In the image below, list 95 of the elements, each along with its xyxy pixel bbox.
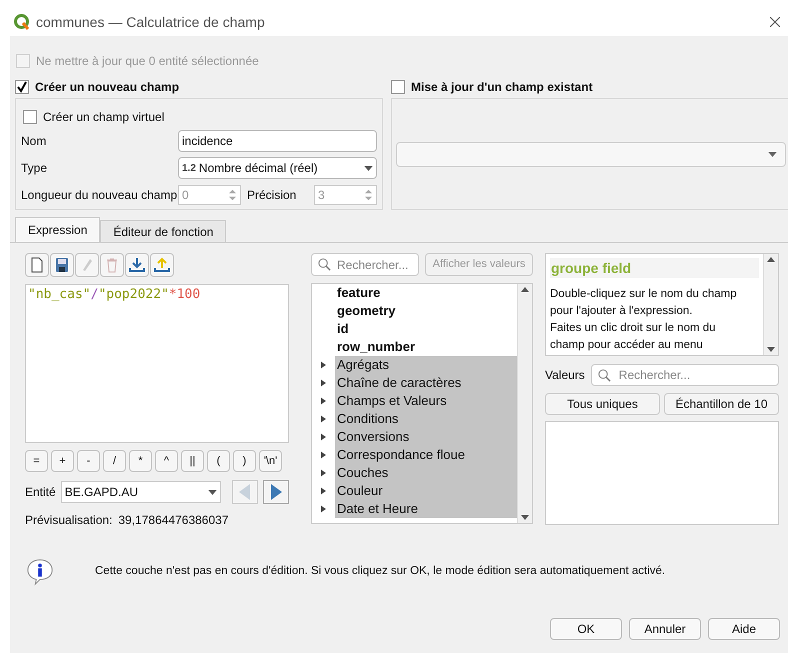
search-field[interactable]: Rechercher...	[311, 253, 419, 276]
tab[interactable]: Éditeur de fonction	[100, 220, 226, 242]
type-dropdown[interactable]: 1.2 Nombre décimal (réel)	[178, 157, 377, 179]
checkbox-label: Mise à jour d'un champ existant	[411, 79, 593, 96]
upload-icon	[153, 256, 171, 274]
search-icon	[318, 258, 331, 271]
values-search-field[interactable]: Rechercher...	[590, 364, 779, 386]
operator-button[interactable]: )	[233, 450, 256, 472]
info-message: Cette couche n'est pas en cours d'édition. Si vous cliquez sur OK, le mode édition sera automatiquement activé.	[95, 564, 666, 580]
values-label: Valeurs	[545, 367, 585, 384]
operator-button[interactable]: *	[129, 450, 152, 472]
operator-button[interactable]: =	[25, 450, 48, 472]
scrollbar[interactable]	[763, 254, 778, 355]
scroll-down-icon[interactable]	[767, 347, 775, 352]
window-title: communes — Calculatrice de champ	[36, 12, 265, 32]
upload-button[interactable]	[150, 253, 174, 277]
expand-arrow-icon[interactable]	[321, 361, 326, 369]
type-code-label: 1.2	[182, 162, 196, 176]
left-triangle-icon	[239, 484, 252, 500]
checkbox[interactable]	[23, 110, 37, 124]
field-item[interactable]: feature	[335, 284, 517, 302]
type-value: Nombre décimal (réel)	[198, 160, 319, 177]
function-group[interactable]: Couleur	[335, 482, 517, 500]
expand-arrow-icon[interactable]	[321, 397, 326, 405]
expand-arrow-icon[interactable]	[321, 469, 326, 477]
scroll-up-icon[interactable]	[521, 287, 529, 292]
scrollbar[interactable]	[517, 284, 532, 523]
expression-token: "pop2022"	[98, 287, 169, 302]
checkbox[interactable]	[15, 80, 29, 94]
expression-token: /	[90, 287, 98, 302]
field-item[interactable]: id	[335, 320, 517, 338]
operator-button[interactable]: -	[77, 450, 100, 472]
operator-button[interactable]: ^	[155, 450, 178, 472]
caret-icon	[364, 166, 373, 170]
expand-arrow-icon[interactable]	[321, 415, 326, 423]
search-icon	[598, 368, 611, 382]
right-triangle-icon	[270, 484, 282, 500]
checkbox-label: Créer un nouveau champ	[35, 79, 180, 96]
expand-arrow-icon[interactable]	[321, 433, 326, 441]
operator-button[interactable]: /	[103, 450, 126, 472]
scroll-down-icon[interactable]	[521, 515, 529, 520]
values-button[interactable]: Tous uniques	[545, 393, 660, 415]
field-label: Longueur du nouveau champ	[21, 187, 178, 204]
values-button[interactable]: Échantillon de 10	[664, 393, 779, 415]
expression-token: "nb_cas"	[28, 287, 91, 302]
expand-arrow-icon[interactable]	[321, 487, 326, 495]
app-logo-icon	[14, 14, 30, 30]
function-group[interactable]: Champs et Valeurs	[335, 392, 517, 410]
help-text: Double-cliquez sur le nom du champ pour l'ajouter à l'expression. Faites un clic droit sur le nom du champ pour accéder au menu	[550, 287, 738, 353]
expression-token: *100	[168, 287, 200, 302]
function-group[interactable]: Correspondance floue	[335, 446, 517, 464]
entity-label: Entité	[25, 484, 56, 501]
preview-label: Prévisualisation:	[25, 512, 112, 529]
field-item[interactable]: row_number	[335, 338, 517, 356]
checkbox[interactable]	[391, 80, 405, 94]
name-field[interactable]: incidence	[178, 130, 377, 152]
info-icon	[25, 558, 55, 586]
download-icon	[128, 256, 146, 274]
function-group[interactable]: Couches	[335, 464, 517, 482]
function-group[interactable]: Chaîne de caractères	[335, 374, 517, 392]
expand-arrow-icon[interactable]	[321, 505, 326, 513]
tab[interactable]: Expression	[15, 217, 100, 242]
field-item[interactable]: geometry	[335, 302, 517, 320]
scroll-up-icon[interactable]	[767, 257, 775, 262]
field-label: Type	[21, 160, 48, 177]
dialog-button[interactable]: Annuler	[629, 618, 701, 640]
operator-button[interactable]: ||	[181, 450, 204, 472]
next-button[interactable]	[263, 480, 289, 504]
help-title: groupe field	[550, 258, 759, 278]
field-dropdown[interactable]	[396, 142, 786, 166]
download-button[interactable]	[125, 253, 149, 277]
save-icon	[53, 256, 71, 274]
dialog-button[interactable]: OK	[550, 618, 622, 640]
expression-editor[interactable]: "nb_cas"/"pop2022"*100	[25, 284, 289, 443]
function-group[interactable]: Agrégats	[335, 356, 517, 374]
new-file-button[interactable]	[25, 253, 49, 277]
entity-dropdown[interactable]: BE.GAPD.AU	[60, 481, 222, 503]
preview-value: 39,17864476386037	[118, 512, 228, 529]
operator-button[interactable]: (	[207, 450, 230, 472]
checkbox-label: Ne mettre à jour que 0 entité sélectionnée	[36, 53, 259, 70]
function-group[interactable]: Conditions	[335, 410, 517, 428]
caret-icon	[208, 490, 218, 494]
caret-icon	[768, 152, 777, 156]
field-label: Nom	[21, 133, 48, 150]
save-button[interactable]	[50, 253, 74, 277]
checkbox-label: Créer un champ virtuel	[43, 109, 164, 126]
function-group[interactable]: Date et Heure	[335, 500, 517, 518]
expand-arrow-icon[interactable]	[321, 379, 326, 387]
function-group[interactable]: Conversions	[335, 428, 517, 446]
expand-arrow-icon[interactable]	[321, 451, 326, 459]
field-label: Précision	[246, 187, 298, 204]
operator-button[interactable]: +	[51, 450, 74, 472]
close-icon[interactable]	[770, 17, 780, 27]
dialog-button[interactable]: Aide	[708, 618, 780, 640]
operator-button[interactable]: '\n'	[259, 450, 282, 472]
